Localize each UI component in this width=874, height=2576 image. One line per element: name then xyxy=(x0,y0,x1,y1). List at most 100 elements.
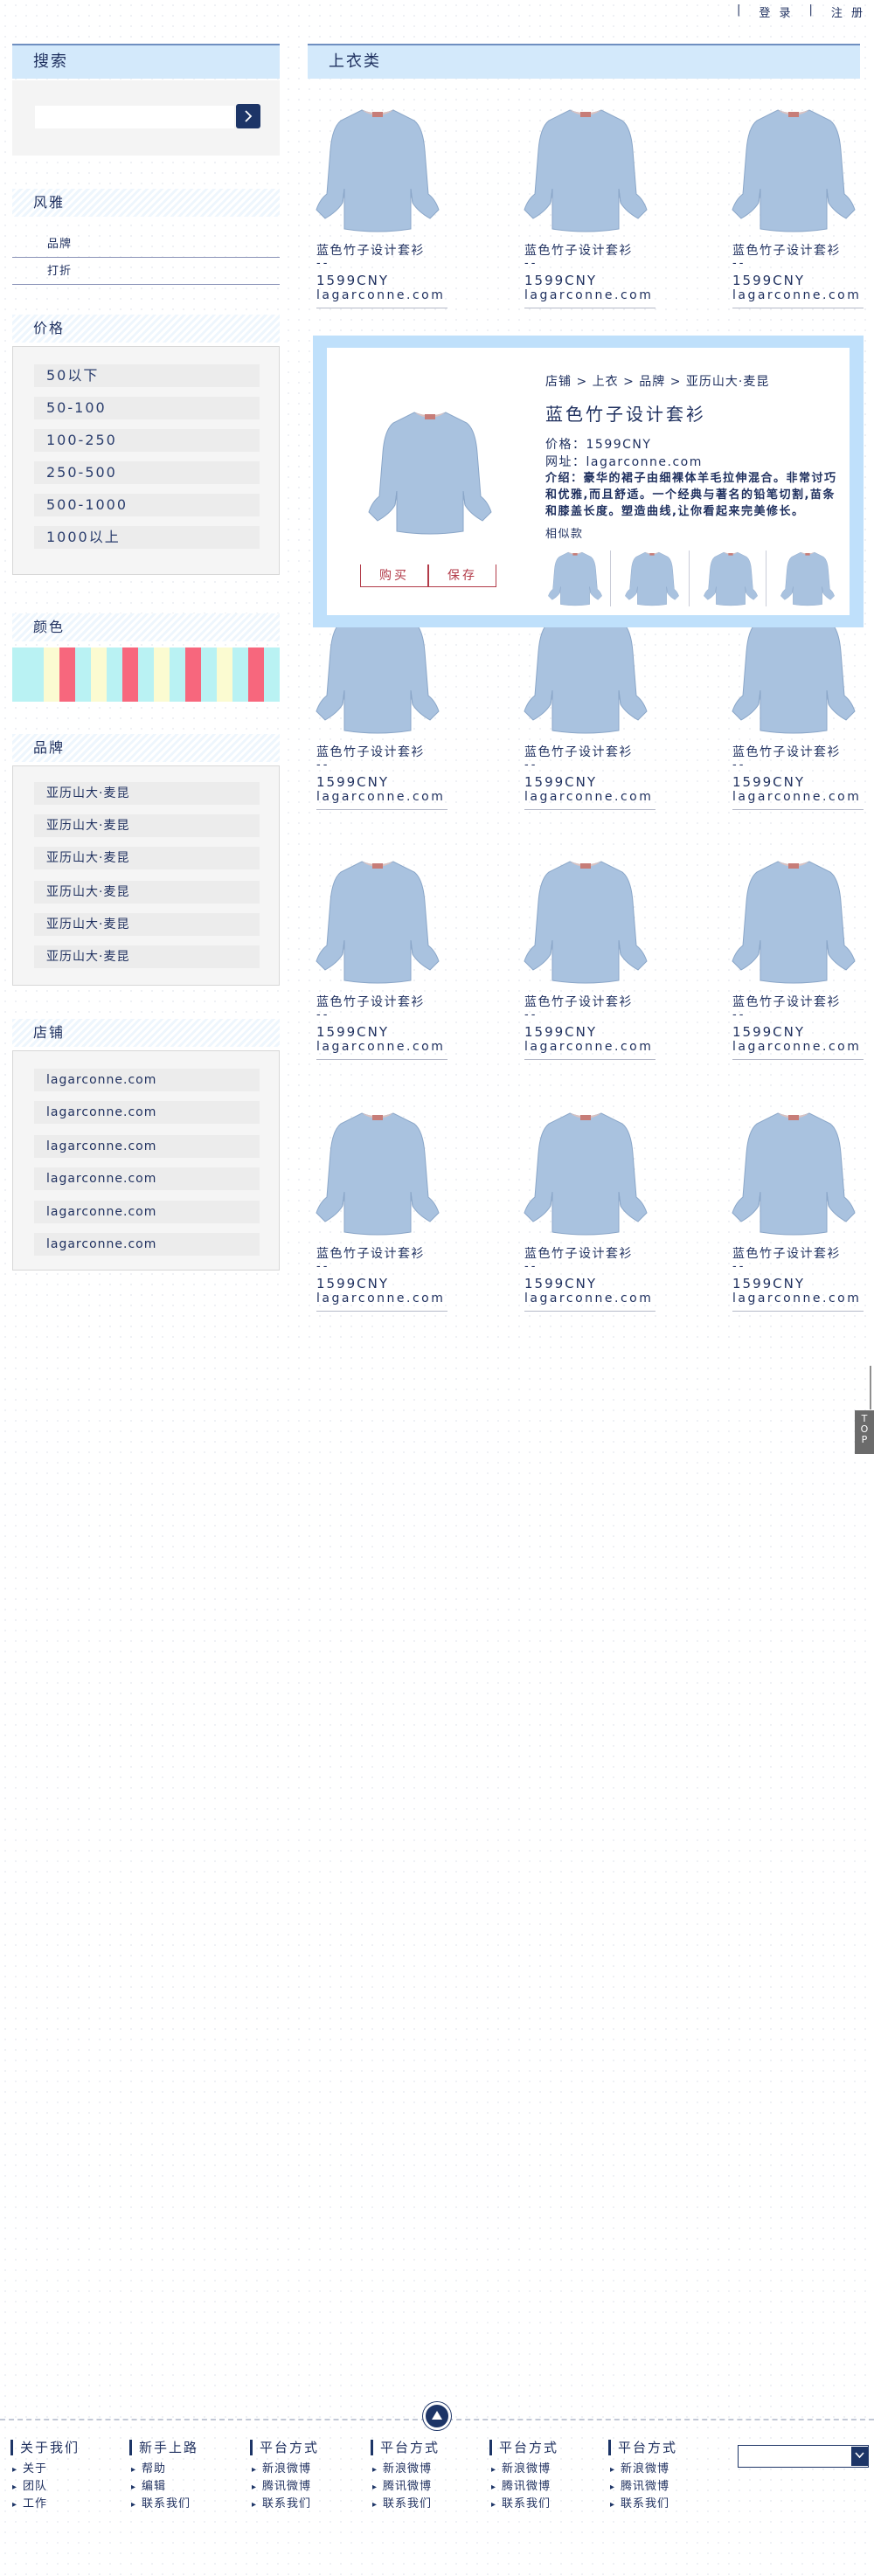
login-link[interactable]: 登 录 xyxy=(759,3,793,20)
color-swatch[interactable] xyxy=(75,647,91,702)
footer-link[interactable]: 团队 xyxy=(10,2478,80,2496)
product-name[interactable]: 蓝色竹子设计套衫 xyxy=(524,1244,633,1262)
color-swatch[interactable] xyxy=(107,647,122,702)
shop-option[interactable]: lagarconne.com xyxy=(34,1101,260,1124)
product-name[interactable]: 蓝色竹子设计套衫 xyxy=(524,743,633,760)
product-url[interactable]: lagarconne.com xyxy=(524,288,653,302)
footer-link[interactable]: 编辑 xyxy=(129,2478,198,2496)
product-name[interactable]: 蓝色竹子设计套衫 xyxy=(524,241,633,259)
product-card[interactable]: 蓝色竹子设计套衫 -- 1599CNY lagarconne.com xyxy=(308,599,509,835)
color-swatch[interactable] xyxy=(232,647,248,702)
color-swatch[interactable] xyxy=(91,647,107,702)
footer-link[interactable]: 帮助 xyxy=(129,2461,198,2478)
similar-thumbnail[interactable] xyxy=(542,547,608,608)
footer-select-button[interactable] xyxy=(851,2447,868,2466)
product-name[interactable]: 蓝色竹子设计套衫 xyxy=(316,241,425,259)
color-swatch[interactable] xyxy=(44,647,59,702)
product-image[interactable] xyxy=(724,1101,864,1241)
product-name[interactable]: 蓝色竹子设计套衫 xyxy=(524,993,633,1010)
product-name[interactable]: 蓝色竹子设计套衫 xyxy=(732,743,841,760)
style-item-brand[interactable]: 品牌 xyxy=(12,232,280,258)
brand-option[interactable]: 亚历山大·麦昆 xyxy=(34,814,260,837)
back-to-top-button[interactable]: TOP xyxy=(855,1410,874,1454)
footer-link[interactable]: 腾讯微博 xyxy=(250,2478,319,2496)
product-url[interactable]: lagarconne.com xyxy=(732,1040,861,1054)
search-button[interactable] xyxy=(236,104,260,128)
product-name[interactable]: 蓝色竹子设计套衫 xyxy=(316,1244,425,1262)
color-swatch[interactable] xyxy=(122,647,138,702)
brand-option[interactable]: 亚历山大·麦昆 xyxy=(34,782,260,805)
price-option[interactable]: 250-500 xyxy=(34,461,260,484)
product-name[interactable]: 蓝色竹子设计套衫 xyxy=(316,993,425,1010)
shop-option[interactable]: lagarconne.com xyxy=(34,1167,260,1190)
color-swatch[interactable] xyxy=(28,647,44,702)
brand-option[interactable]: 亚历山大·麦昆 xyxy=(34,881,260,904)
footer-link[interactable]: 联系我们 xyxy=(489,2496,558,2513)
brand-option[interactable]: 亚历山大·麦昆 xyxy=(34,945,260,968)
footer-link[interactable]: 新浪微博 xyxy=(371,2461,440,2478)
product-image[interactable] xyxy=(516,1101,656,1241)
product-card[interactable]: 蓝色竹子设计套衫 -- 1599CNY lagarconne.com xyxy=(516,1101,717,1337)
product-url[interactable]: lagarconne.com xyxy=(316,1040,445,1054)
footer-link[interactable]: 工作 xyxy=(10,2496,80,2513)
product-card[interactable]: 蓝色竹子设计套衫 -- 1599CNY lagarconne.com xyxy=(516,98,717,334)
footer-link[interactable]: 联系我们 xyxy=(608,2496,677,2513)
product-image[interactable] xyxy=(516,849,656,989)
similar-thumbnail[interactable] xyxy=(774,547,841,608)
product-url[interactable]: lagarconne.com xyxy=(524,790,653,804)
price-option[interactable]: 100-250 xyxy=(34,429,260,452)
product-image[interactable] xyxy=(724,98,864,238)
buy-button[interactable]: 购买 xyxy=(360,564,428,587)
color-swatches[interactable] xyxy=(12,647,280,702)
price-option[interactable]: 50以下 xyxy=(34,364,260,387)
price-option[interactable]: 50-100 xyxy=(34,397,260,419)
price-option[interactable]: 500-1000 xyxy=(34,494,260,516)
detail-url[interactable]: 网址：lagarconne.com xyxy=(545,453,703,470)
similar-thumbnail[interactable] xyxy=(697,547,764,608)
save-button[interactable]: 保存 xyxy=(428,564,496,587)
color-swatch[interactable] xyxy=(264,647,280,702)
product-url[interactable]: lagarconne.com xyxy=(732,790,861,804)
product-url[interactable]: lagarconne.com xyxy=(316,790,445,804)
footer-link[interactable]: 新浪微博 xyxy=(250,2461,319,2478)
product-name[interactable]: 蓝色竹子设计套衫 xyxy=(732,241,841,259)
shop-option[interactable]: lagarconne.com xyxy=(34,1201,260,1223)
shop-option[interactable]: lagarconne.com xyxy=(34,1069,260,1091)
brand-option[interactable]: 亚历山大·麦昆 xyxy=(34,847,260,869)
product-card[interactable]: 蓝色竹子设计套衫 -- 1599CNY lagarconne.com xyxy=(724,98,874,334)
product-url[interactable]: lagarconne.com xyxy=(732,1291,861,1305)
footer-link[interactable]: 新浪微博 xyxy=(489,2461,558,2478)
footer-link[interactable]: 关于 xyxy=(10,2461,80,2478)
product-card[interactable]: 蓝色竹子设计套衫 -- 1599CNY lagarconne.com xyxy=(308,98,509,334)
footer-link[interactable]: 联系我们 xyxy=(129,2496,198,2513)
register-link[interactable]: 注 册 xyxy=(831,3,865,20)
color-swatch[interactable] xyxy=(217,647,232,702)
color-swatch[interactable] xyxy=(59,647,75,702)
style-item-discount[interactable]: 打折 xyxy=(12,259,280,285)
shop-option[interactable]: lagarconne.com xyxy=(34,1233,260,1256)
product-card[interactable]: 蓝色竹子设计套衫 -- 1599CNY lagarconne.com xyxy=(308,1101,509,1337)
color-swatch[interactable] xyxy=(12,647,28,702)
footer-select[interactable] xyxy=(738,2445,869,2468)
product-image[interactable] xyxy=(516,98,656,238)
product-url[interactable]: lagarconne.com xyxy=(732,288,861,302)
color-swatch[interactable] xyxy=(248,647,264,702)
color-swatch[interactable] xyxy=(138,647,154,702)
scroll-up-button[interactable] xyxy=(423,2402,451,2430)
similar-thumbnail[interactable] xyxy=(619,547,685,608)
footer-link[interactable]: 腾讯微博 xyxy=(489,2478,558,2496)
product-card[interactable]: 蓝色竹子设计套衫 -- 1599CNY lagarconne.com xyxy=(308,849,509,1085)
product-card[interactable]: 蓝色竹子设计套衫 -- 1599CNY lagarconne.com xyxy=(724,599,874,835)
product-card[interactable]: 蓝色竹子设计套衫 -- 1599CNY lagarconne.com xyxy=(516,599,717,835)
footer-link[interactable]: 联系我们 xyxy=(250,2496,319,2513)
product-card[interactable]: 蓝色竹子设计套衫 -- 1599CNY lagarconne.com xyxy=(724,1101,874,1337)
product-name[interactable]: 蓝色竹子设计套衫 xyxy=(316,743,425,760)
product-url[interactable]: lagarconne.com xyxy=(524,1040,653,1054)
product-name[interactable]: 蓝色竹子设计套衫 xyxy=(732,993,841,1010)
search-input[interactable] xyxy=(35,106,234,128)
color-swatch[interactable] xyxy=(154,647,170,702)
product-card[interactable]: 蓝色竹子设计套衫 -- 1599CNY lagarconne.com xyxy=(516,849,717,1085)
product-image[interactable] xyxy=(308,98,447,238)
brand-option[interactable]: 亚历山大·麦昆 xyxy=(34,913,260,936)
color-swatch[interactable] xyxy=(185,647,201,702)
